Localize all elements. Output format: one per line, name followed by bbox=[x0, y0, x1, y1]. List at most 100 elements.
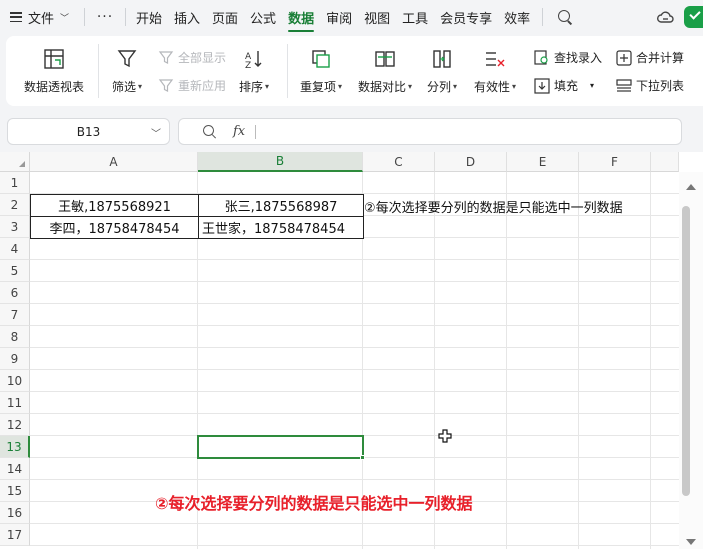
more-button[interactable]: ··· bbox=[85, 9, 125, 25]
show-all-icon bbox=[158, 50, 174, 64]
reapply-button[interactable]: 重新应用 bbox=[158, 77, 226, 94]
cloud-icon[interactable] bbox=[656, 8, 674, 26]
row-header-5[interactable]: 5 bbox=[0, 260, 30, 282]
formula-bar[interactable]: fx bbox=[178, 118, 682, 145]
row-header-9[interactable]: 9 bbox=[0, 348, 30, 370]
consolidate-icon bbox=[616, 49, 632, 66]
tab-data[interactable]: 数据 bbox=[282, 0, 320, 34]
tab-review[interactable]: 审阅 bbox=[320, 0, 358, 34]
hamburger-icon bbox=[10, 12, 22, 22]
consolidate-button[interactable]: 合并计算 bbox=[616, 49, 684, 66]
row-header-17[interactable]: 17 bbox=[0, 524, 30, 546]
gridline bbox=[30, 259, 679, 260]
row-header-11[interactable]: 11 bbox=[0, 392, 30, 414]
row-header-13[interactable]: 13 bbox=[0, 436, 30, 458]
row-header-15[interactable]: 15 bbox=[0, 480, 30, 502]
duplicates-label: 重复项 bbox=[300, 80, 337, 94]
select-all-corner[interactable] bbox=[0, 152, 30, 172]
gridline bbox=[650, 172, 651, 549]
gridline bbox=[30, 413, 679, 414]
sort-icon: A Z bbox=[245, 51, 262, 70]
column-header-g[interactable] bbox=[651, 152, 679, 172]
sort-label: 排序 bbox=[239, 80, 264, 94]
cell-cursor-icon bbox=[438, 429, 452, 443]
scroll-up-icon[interactable] bbox=[686, 184, 696, 190]
function-icon[interactable]: fx bbox=[233, 124, 245, 139]
file-menu[interactable]: 文件 ﹀ bbox=[0, 8, 84, 27]
cell-b2[interactable]: 张三,1875568987 bbox=[198, 194, 364, 217]
chevron-down-icon[interactable]: ﹀ bbox=[151, 125, 161, 140]
scroll-down-icon[interactable] bbox=[686, 539, 696, 545]
cell-a2[interactable]: 王敏,1875568921 bbox=[30, 194, 199, 217]
cell-c2[interactable]: ②每次选择要分列的数据是只能选中一列数据 bbox=[364, 197, 623, 216]
pivot-table-icon bbox=[44, 49, 64, 69]
split-column-button[interactable]: 分列 ▾ bbox=[427, 48, 457, 95]
sort-button[interactable]: A Z 排序 ▾ bbox=[239, 48, 269, 95]
row-header-7[interactable]: 7 bbox=[0, 304, 30, 326]
gridline bbox=[30, 369, 679, 370]
row-header-4[interactable]: 4 bbox=[0, 238, 30, 260]
zoom-icon[interactable] bbox=[203, 124, 217, 139]
ribbon: 数据透视表 筛选 ▾ 全部显示 重新应用 A Z 排序 ▾ 重复项 ▾ 数据对比… bbox=[6, 36, 703, 106]
tab-efficiency[interactable]: 效率 bbox=[498, 0, 536, 34]
row-header-1[interactable]: 1 bbox=[0, 172, 30, 194]
reapply-icon bbox=[158, 78, 174, 92]
find-entry-button[interactable]: 查找录入 bbox=[534, 49, 602, 66]
formula-divider bbox=[255, 124, 257, 139]
consolidate-label: 合并计算 bbox=[636, 51, 685, 65]
row-header-3[interactable]: 3 bbox=[0, 216, 30, 238]
tab-tools[interactable]: 工具 bbox=[396, 0, 434, 34]
tab-view[interactable]: 视图 bbox=[358, 0, 396, 34]
tutorial-caption: ②每次选择要分列的数据是只能选中一列数据 bbox=[155, 494, 473, 513]
column-header-f[interactable]: F bbox=[579, 152, 651, 172]
cell-b3[interactable]: 王世家，18758478454 bbox=[198, 216, 364, 239]
pivot-table-button[interactable]: 数据透视表 bbox=[24, 48, 84, 95]
data-compare-button[interactable]: 数据对比 ▾ bbox=[358, 48, 412, 95]
tab-page[interactable]: 页面 bbox=[206, 0, 244, 34]
split-column-label: 分列 bbox=[427, 80, 452, 94]
tab-home[interactable]: 开始 bbox=[130, 0, 168, 34]
column-header-a[interactable]: A bbox=[30, 152, 198, 172]
column-header-d[interactable]: D bbox=[435, 152, 507, 172]
row-header-2[interactable]: 2 bbox=[0, 194, 30, 216]
fill-handle[interactable] bbox=[360, 455, 365, 460]
search-icon[interactable] bbox=[557, 9, 573, 25]
row-header-6[interactable]: 6 bbox=[0, 282, 30, 304]
tab-member[interactable]: 会员专享 bbox=[434, 0, 498, 34]
gridline bbox=[30, 281, 679, 282]
filter-label: 筛选 bbox=[112, 80, 137, 94]
chevron-down-icon: ▾ bbox=[338, 82, 343, 91]
duplicates-button[interactable]: 重复项 ▾ bbox=[300, 48, 342, 95]
gridline bbox=[578, 172, 579, 549]
validity-label: 有效性 bbox=[474, 80, 511, 94]
column-header-c[interactable]: C bbox=[363, 152, 435, 172]
row-header-14[interactable]: 14 bbox=[0, 458, 30, 480]
active-cell-selection[interactable] bbox=[197, 435, 364, 459]
svg-text:Z: Z bbox=[245, 61, 251, 70]
gridline bbox=[30, 523, 679, 524]
scrollbar-thumb[interactable] bbox=[682, 206, 690, 496]
vertical-scrollbar[interactable] bbox=[679, 172, 703, 549]
fill-button[interactable]: 填充 ▾ bbox=[534, 77, 594, 94]
column-header-e[interactable]: E bbox=[507, 152, 579, 172]
show-all-button[interactable]: 全部显示 bbox=[158, 49, 226, 66]
row-header-12[interactable]: 12 bbox=[0, 414, 30, 436]
row-header-16[interactable]: 16 bbox=[0, 502, 30, 524]
gridline bbox=[30, 479, 679, 480]
spreadsheet-grid[interactable]: A B C D E F 1 2 3 4 5 6 7 8 9 10 11 12 1… bbox=[0, 152, 703, 549]
validity-button[interactable]: 有效性 ▾ bbox=[474, 48, 516, 95]
name-box[interactable]: B13 ﹀ bbox=[7, 118, 170, 145]
cell-a3[interactable]: 李四，18758478454 bbox=[30, 216, 199, 239]
gridline bbox=[30, 303, 679, 304]
column-header-b[interactable]: B bbox=[198, 152, 363, 172]
tab-formula[interactable]: 公式 bbox=[244, 0, 282, 34]
dropdown-list-button[interactable]: 下拉列表 bbox=[616, 77, 684, 94]
tab-insert[interactable]: 插入 bbox=[168, 0, 206, 34]
share-button[interactable] bbox=[684, 6, 703, 28]
fill-icon bbox=[534, 77, 550, 94]
row-header-8[interactable]: 8 bbox=[0, 326, 30, 348]
row-header-10[interactable]: 10 bbox=[0, 370, 30, 392]
divider bbox=[287, 44, 288, 98]
filter-button[interactable]: 筛选 ▾ bbox=[112, 48, 142, 95]
ribbon-tabs: 开始 插入 页面 公式 数据 审阅 视图 工具 会员专享 效率 bbox=[130, 0, 536, 34]
